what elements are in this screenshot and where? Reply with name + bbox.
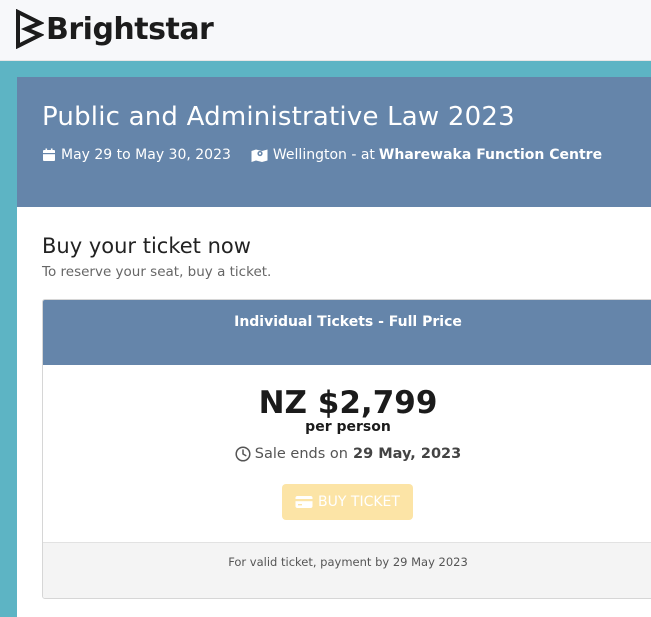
event-header: Public and Administrative Law 2023 May 2… [17, 77, 651, 207]
event-location: Wellington - at Wharewaka Function Centr… [251, 147, 602, 163]
sale-ends-label: Sale ends on [254, 446, 348, 462]
event-title: Public and Administrative Law 2023 [42, 102, 515, 132]
ticket-price: NZ $2,799 [258, 385, 438, 421]
buy-subheading: To reserve your seat, buy a ticket. [42, 264, 272, 280]
event-venue[interactable]: Wharewaka Function Centre [379, 147, 602, 163]
price-unit: per person [305, 419, 391, 435]
calendar-icon [43, 148, 55, 161]
brand-name: Brightstar [46, 11, 214, 47]
ticket-name: Individual Tickets - Full Price [234, 314, 462, 330]
payment-note: For valid ticket, payment by 29 May 2023 [228, 555, 468, 569]
event-dates: May 29 to May 30, 2023 [42, 147, 231, 163]
clock-icon [235, 446, 251, 462]
event-card: Public and Administrative Law 2023 May 2… [17, 77, 651, 617]
ticket-header: Individual Tickets - Full Price [43, 300, 651, 365]
map-icon [251, 149, 268, 162]
buy-ticket-label: BUY TICKET [318, 494, 400, 510]
sale-ends-date: 29 May, 2023 [352, 446, 462, 462]
ticket-footer: For valid ticket, payment by 29 May 2023 [43, 542, 651, 598]
buy-ticket-button[interactable]: BUY TICKET [282, 484, 413, 520]
brand-logo[interactable]: Brightstar [14, 9, 214, 49]
buy-heading: Buy your ticket now [42, 234, 251, 258]
event-dates-text: May 29 to May 30, 2023 [61, 147, 231, 163]
event-meta: May 29 to May 30, 2023 Wellington - at W… [42, 147, 602, 163]
event-city: Wellington - at [272, 147, 375, 163]
ticket-panel: Individual Tickets - Full Price NZ $2,79… [42, 299, 651, 599]
brightstar-logo-icon [16, 9, 44, 49]
top-navbar: Brightstar [0, 0, 651, 61]
credit-card-icon [295, 496, 313, 508]
sale-ends: Sale ends on 29 May, 2023 [43, 446, 651, 462]
